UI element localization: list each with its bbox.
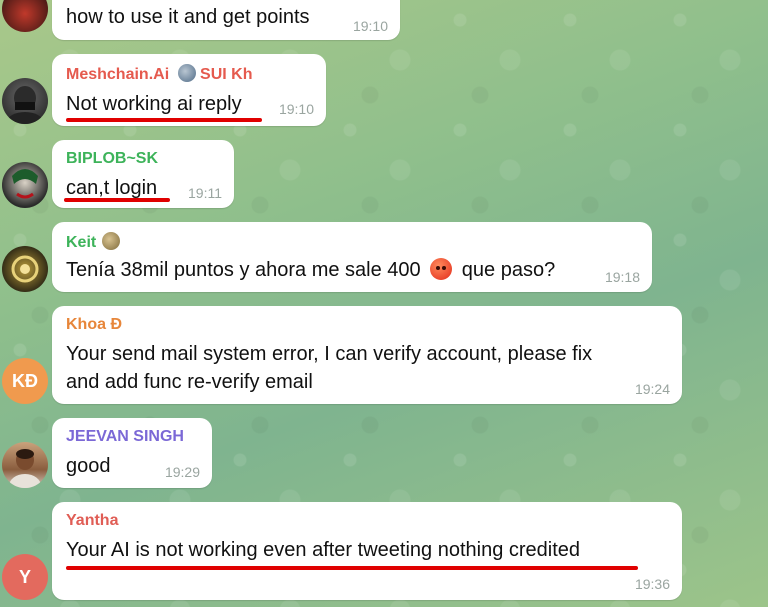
sender-suffix-text: SUI Kh <box>200 66 253 83</box>
message-bubble[interactable]: BIPLOB~SK can,t login 19:11 <box>52 140 234 208</box>
message-time: 19:11 <box>188 185 222 201</box>
highlight-underline <box>66 118 262 122</box>
avatar[interactable]: KĐ <box>2 358 48 404</box>
sender-name: Khoa Đ <box>66 316 122 333</box>
message-time: 19:10 <box>278 101 314 117</box>
message-text: Not working ai reply <box>66 93 242 115</box>
masked-man-avatar-icon[interactable] <box>2 78 48 124</box>
message-text: Your send mail system error, I can verif… <box>66 343 593 365</box>
message-text-part: que paso? <box>461 259 556 281</box>
avatar[interactable] <box>2 0 48 32</box>
message-bubble[interactable]: Keit Tenía 38mil puntos y ahora me sale … <box>52 222 652 292</box>
message-bubble[interactable]: JEEVAN SINGH good 19:29 <box>52 418 212 488</box>
sender-name-text: Meshchain.Ai <box>66 66 170 83</box>
message-time: 19:29 <box>164 464 200 480</box>
sender-name: Keit <box>66 232 120 252</box>
message-text: Your AI is not working even after tweeti… <box>66 539 581 561</box>
masked-man-avatar-graphic <box>7 86 43 124</box>
gold-emblem-avatar-icon[interactable] <box>2 246 48 292</box>
joker-avatar-graphic <box>12 169 38 199</box>
highlight-underline <box>64 198 170 202</box>
message-time: 19:10 <box>352 18 388 34</box>
message-time: 19:18 <box>604 269 640 285</box>
planet-icon <box>101 232 120 250</box>
message-time: 19:36 <box>634 576 670 592</box>
sender-name: Yantha <box>66 512 119 529</box>
message-text: Tenía 38mil puntos y ahora me sale 400 q… <box>66 256 555 284</box>
sender-name: Meshchain.Ai SUI Kh <box>66 64 253 84</box>
message-text: and add func re-verify email <box>66 371 313 393</box>
highlight-underline <box>66 566 638 570</box>
man-photo-avatar-icon[interactable] <box>2 442 48 488</box>
message-bubble[interactable]: how to use it and get points 19:10 <box>52 0 400 40</box>
angry-face-icon <box>430 258 453 280</box>
sender-name-text: Keit <box>66 234 97 251</box>
message-time: 19:24 <box>634 381 670 397</box>
joker-avatar-icon[interactable] <box>2 162 48 208</box>
message-bubble[interactable]: Khoa Đ Your send mail system error, I ca… <box>52 306 682 404</box>
sender-name: JEEVAN SINGH <box>66 428 184 445</box>
sender-name: BIPLOB~SK <box>66 150 159 167</box>
message-bubble[interactable]: Meshchain.Ai SUI Kh Not working ai reply… <box>52 54 326 126</box>
sui-icon <box>177 64 196 82</box>
message-text: how to use it and get points <box>66 6 310 28</box>
message-text-part: Tenía 38mil puntos y ahora me sale 400 <box>66 259 421 281</box>
avatar[interactable]: Y <box>2 554 48 600</box>
message-bubble[interactable]: Yantha Your AI is not working even after… <box>52 502 682 600</box>
message-text: good <box>66 455 111 477</box>
gold-emblem-avatar-graphic <box>11 255 39 283</box>
man-photo-avatar-graphic <box>9 449 41 488</box>
